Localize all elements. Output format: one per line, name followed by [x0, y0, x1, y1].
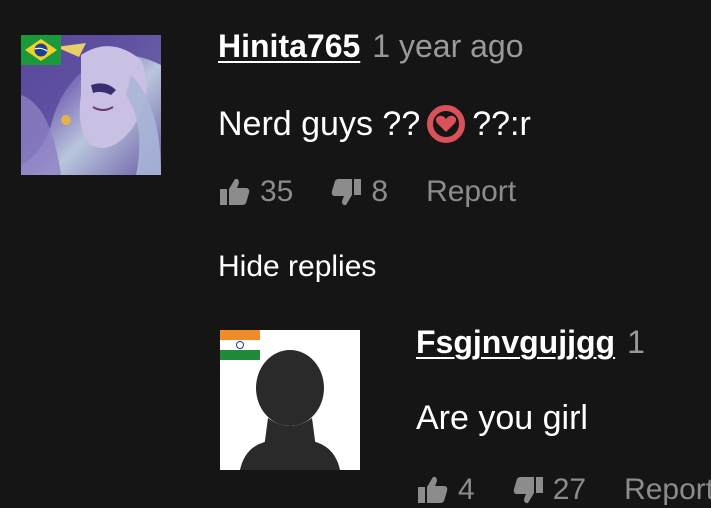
comment-text-start: Nerd guys ??	[218, 104, 421, 143]
comment-text: Nerd guys ?? ??:r	[218, 104, 698, 144]
like-button[interactable]: 35	[218, 175, 293, 209]
dislike-count: 8	[371, 175, 389, 208]
thumbs-up-icon	[418, 476, 448, 503]
comment-username[interactable]: Hinita765	[218, 28, 360, 65]
comment-actions: 35 8 Report	[218, 174, 698, 210]
comment-timestamp: 1 year ago	[372, 28, 524, 64]
reply-dislike-count: 27	[552, 473, 587, 506]
reply-report-button[interactable]: Report	[624, 473, 711, 507]
reply-avatar[interactable]	[220, 330, 360, 470]
comment-body: Hinita765 1 year ago Nerd guys ?? ??:r 3…	[218, 28, 698, 210]
like-count: 35	[260, 175, 294, 208]
comment-meta: Hinita765 1 year ago	[218, 28, 698, 68]
reply-text: Are you girl	[416, 398, 588, 437]
brazil-flag-icon	[21, 35, 61, 65]
reply-username[interactable]: Fsgjnvgujjgg	[416, 324, 615, 361]
reply-body: Fsgjnvgujjgg 1 Are you girl 4 27 Report	[416, 324, 711, 508]
dislike-button[interactable]: 8	[329, 175, 388, 209]
reply-timestamp: 1	[627, 324, 645, 360]
avatar[interactable]	[21, 35, 161, 175]
reply-like-button[interactable]: 4	[416, 473, 475, 507]
thumbs-down-icon	[332, 179, 362, 206]
comment-text-end: ??:r	[472, 104, 531, 143]
reply-meta: Fsgjnvgujjgg 1	[416, 324, 711, 364]
heart-ring-emoji-icon	[427, 105, 466, 143]
reply-actions: 4 27 Report	[416, 472, 711, 508]
india-flag-icon	[220, 330, 260, 360]
thumbs-up-icon	[220, 178, 250, 205]
thumbs-down-icon	[513, 477, 543, 504]
report-button[interactable]: Report	[426, 175, 516, 209]
reply-dislike-button[interactable]: 27	[511, 473, 586, 507]
reply-like-count: 4	[458, 473, 475, 506]
hide-replies-button[interactable]: Hide replies	[218, 250, 376, 284]
